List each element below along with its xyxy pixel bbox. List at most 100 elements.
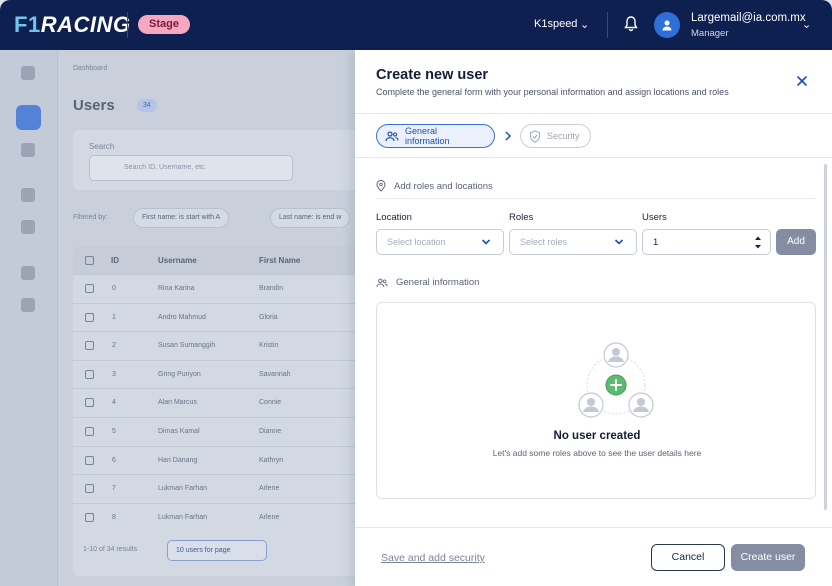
- drawer-scrollbar[interactable]: [824, 164, 827, 510]
- row-checkbox[interactable]: [85, 312, 94, 322]
- column-header-id[interactable]: ID: [111, 256, 119, 265]
- table-row[interactable]: [73, 474, 363, 502]
- no-users-illustration: [578, 342, 654, 418]
- stepper-arrows-icon[interactable]: [754, 234, 762, 251]
- per-page-select[interactable]: 10 users for page: [167, 540, 267, 561]
- users-icon: [385, 130, 399, 141]
- sidebar-item-users-active[interactable]: [16, 105, 41, 130]
- bell-icon[interactable]: [624, 16, 638, 32]
- cell-id: 1: [112, 313, 116, 321]
- briefcase-icon[interactable]: [21, 188, 35, 202]
- column-header-first-name[interactable]: First Name: [259, 256, 300, 265]
- user-role: Manager: [691, 28, 729, 39]
- users-label: Users: [642, 212, 667, 223]
- row-checkbox[interactable]: [85, 484, 94, 494]
- row-checkbox[interactable]: [85, 427, 94, 436]
- cell-username: Dimas Kamal: [158, 428, 200, 435]
- cell-id: 5: [112, 428, 116, 435]
- cell-first-name: Savannah: [259, 370, 291, 378]
- shop-icon[interactable]: [21, 143, 35, 157]
- select-all-checkbox[interactable]: [85, 256, 94, 265]
- row-checkbox[interactable]: [85, 369, 94, 379]
- navbar-divider: [607, 12, 608, 38]
- users-icon: [376, 278, 388, 287]
- row-checkbox[interactable]: [85, 284, 94, 293]
- filter-chip[interactable]: Last name: is end w: [270, 208, 351, 228]
- close-icon[interactable]: [795, 74, 809, 88]
- home-icon[interactable]: [21, 66, 35, 80]
- cell-first-name: Kathryn: [259, 456, 284, 464]
- cell-first-name: Brandin: [259, 285, 284, 292]
- roles-select[interactable]: Select roles: [509, 229, 637, 255]
- sidebar: [0, 50, 58, 586]
- row-checkbox[interactable]: [85, 455, 94, 465]
- shield-check-icon: [529, 129, 541, 143]
- create-user-drawer: Create new user Complete the general for…: [355, 50, 832, 586]
- table-row[interactable]: [73, 502, 363, 531]
- create-user-button[interactable]: Create user: [731, 544, 805, 571]
- step-label: General information: [405, 126, 450, 146]
- chevron-down-icon: [614, 239, 624, 245]
- table-row[interactable]: [73, 274, 363, 302]
- page-title: Users: [73, 97, 115, 114]
- add-button[interactable]: Add: [776, 229, 816, 255]
- results-count: 1-10 of 34 results: [83, 546, 138, 553]
- cell-username: Susan Sumanggih: [158, 342, 216, 350]
- user-email[interactable]: Largemail@ia.com.mx: [691, 12, 806, 24]
- person-icon[interactable]: [21, 298, 35, 312]
- chevron-down-icon[interactable]: ⌄: [580, 18, 589, 31]
- table-row[interactable]: [73, 331, 363, 359]
- f1-racing-logo[interactable]: F1RACING: [14, 12, 130, 38]
- drawer-subtitle: Complete the general form with your pers…: [376, 87, 729, 97]
- filter-chip[interactable]: First name: is start with A: [133, 208, 230, 228]
- location-label: Location: [376, 212, 412, 223]
- cell-id: 6: [112, 456, 116, 464]
- breadcrumb[interactable]: Dashboard: [73, 65, 107, 72]
- step-general-information[interactable]: General information: [376, 124, 495, 148]
- company-selector[interactable]: K1speed: [534, 18, 577, 30]
- save-and-add-security-link[interactable]: Save and add security: [381, 552, 485, 564]
- chevron-down-icon: [481, 239, 491, 245]
- user-count-badge: 34: [137, 99, 157, 112]
- cell-id: 2: [112, 342, 116, 350]
- location-pin-icon: [376, 180, 386, 192]
- user-avatar[interactable]: [654, 12, 680, 38]
- roles-label: Roles: [509, 212, 534, 223]
- table-row[interactable]: [73, 359, 363, 388]
- step-security[interactable]: Security: [520, 124, 591, 148]
- general-section-heading: General information: [376, 277, 479, 288]
- divider: [376, 198, 816, 199]
- stage-badge: Stage: [138, 15, 190, 34]
- row-checkbox[interactable]: [85, 398, 94, 408]
- chevron-right-icon: [505, 131, 512, 141]
- cell-username: Alan Marcus: [158, 399, 197, 407]
- cell-username: Gring Punyon: [158, 370, 201, 378]
- search-input[interactable]: Search ID, Username, etc.: [89, 155, 293, 181]
- cell-first-name: Arlene: [259, 513, 280, 521]
- search-label: Search: [89, 142, 115, 151]
- cancel-button[interactable]: Cancel: [651, 544, 725, 571]
- row-checkbox[interactable]: [85, 341, 94, 351]
- table-row[interactable]: [73, 417, 363, 445]
- cell-username: Rina Karina: [158, 285, 195, 292]
- drawer-title: Create new user: [376, 67, 489, 83]
- row-checkbox[interactable]: [85, 512, 94, 522]
- table-row[interactable]: [73, 388, 363, 416]
- table-row[interactable]: [73, 302, 363, 331]
- location-select[interactable]: Select location: [376, 229, 504, 255]
- table-row[interactable]: [73, 445, 363, 474]
- column-header-username[interactable]: Username: [158, 256, 197, 265]
- users-quantity-stepper[interactable]: 1: [642, 229, 771, 255]
- empty-state-subtitle: Let's add some roles above to see the us…: [492, 448, 702, 458]
- cell-id: 0: [112, 285, 116, 292]
- gear-icon[interactable]: [21, 266, 35, 280]
- top-navbar: F1RACING Stage K1speed ⌄ Largemail@ia.co…: [0, 0, 832, 50]
- empty-state-title: No user created: [553, 430, 641, 442]
- document-icon[interactable]: [21, 220, 35, 234]
- chevron-down-icon[interactable]: ⌄: [802, 18, 811, 31]
- navbar-divider: [127, 12, 128, 38]
- roles-section-heading: Add roles and locations: [376, 180, 493, 192]
- cell-id: 4: [112, 399, 116, 407]
- divider: [355, 113, 832, 114]
- cell-id: 3: [112, 370, 116, 378]
